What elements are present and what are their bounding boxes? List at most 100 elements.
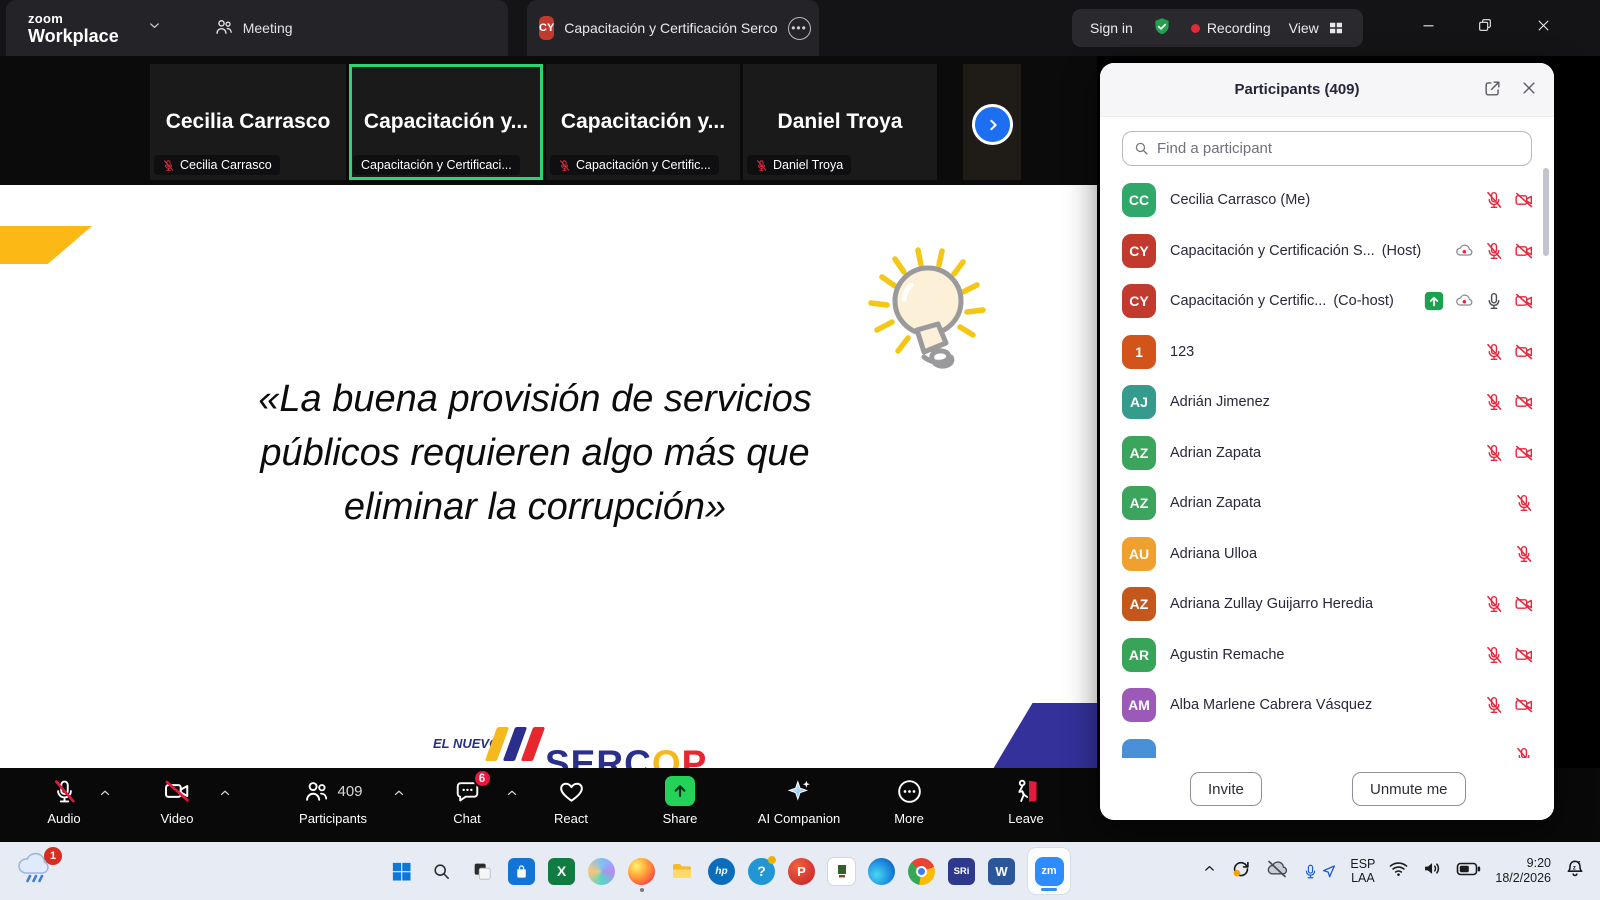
tray-mic-icon[interactable] — [1302, 863, 1319, 880]
language-indicator[interactable]: ESPLAA — [1350, 857, 1375, 885]
svg-text:z: z — [1578, 859, 1581, 865]
participants-button[interactable]: 409 Participants — [283, 776, 383, 826]
participant-row-cohost[interactable]: CY Capacitación y Certific...(Co-host) — [1100, 276, 1554, 327]
chat-options-chevron[interactable] — [505, 786, 519, 805]
tray-expand-icon[interactable] — [1202, 861, 1217, 881]
notification-bell-icon[interactable]: zz — [1564, 858, 1586, 885]
adobe-p-icon[interactable]: P — [788, 858, 815, 885]
onedrive-paused-icon[interactable] — [1265, 857, 1289, 886]
file-explorer-icon[interactable] — [668, 858, 695, 885]
custom-app-icon[interactable] — [828, 858, 855, 885]
participant-row[interactable]: AJ Adrián Jimenez — [1100, 377, 1554, 428]
sync-icon[interactable] — [1230, 858, 1252, 885]
audio-button[interactable]: Audio — [30, 776, 98, 826]
search-input[interactable] — [1157, 140, 1521, 157]
word-icon[interactable]: W — [988, 858, 1015, 885]
invite-button[interactable]: Invite — [1190, 772, 1262, 806]
react-button[interactable]: React — [538, 776, 604, 826]
chrome-icon[interactable] — [908, 858, 935, 885]
tab-options-icon[interactable]: ••• — [788, 17, 811, 40]
participant-row[interactable]: AM Alba Marlene Cabrera Vásquez — [1100, 680, 1554, 731]
meeting-tab-label: Meeting — [243, 20, 293, 36]
tile-name-label: Daniel Troya — [747, 155, 851, 175]
workspace-dropdown-icon[interactable] — [147, 18, 162, 38]
participant-row-partial[interactable] — [1100, 731, 1554, 762]
security-shield-icon[interactable] — [1151, 16, 1173, 41]
video-tile-active-speaker[interactable]: Capacitación y... Capacitación y Certifi… — [349, 64, 543, 180]
firefox-icon[interactable] — [628, 858, 655, 885]
video-tile[interactable]: Daniel Troya Daniel Troya — [743, 64, 937, 180]
audio-options-chevron[interactable] — [98, 786, 112, 805]
restore-button[interactable] — [1462, 0, 1508, 50]
firefox-running-indicator — [640, 888, 644, 892]
share-button[interactable]: Share — [647, 776, 713, 826]
video-button[interactable]: Video — [143, 776, 211, 826]
weather-widget[interactable]: 1 — [16, 851, 60, 891]
close-panel-icon[interactable] — [1520, 79, 1538, 103]
zoom-workplace-logo: zoom Workplace — [28, 12, 119, 45]
excel-icon[interactable]: X — [548, 858, 575, 885]
panel-scrollbar[interactable] — [1543, 168, 1549, 256]
sign-in-button[interactable]: Sign in — [1090, 20, 1133, 36]
mic-muted-icon — [1484, 594, 1504, 614]
leave-button[interactable]: Leave — [993, 776, 1059, 826]
battery-icon[interactable] — [1456, 859, 1482, 884]
participant-row[interactable]: AU Adriana Ulloa — [1100, 529, 1554, 580]
zoom-app-icon-active[interactable]: zm — [1028, 848, 1070, 894]
start-icon[interactable] — [388, 858, 415, 885]
video-tile[interactable]: Cecilia Carrasco Cecilia Carrasco — [150, 64, 346, 180]
more-button[interactable]: More — [876, 776, 942, 826]
video-off-icon — [1514, 241, 1534, 261]
hp-icon[interactable]: hp — [708, 858, 735, 885]
tab-meeting[interactable]: Meeting — [214, 17, 293, 40]
heart-icon — [558, 776, 585, 806]
help-icon[interactable]: ? — [748, 858, 775, 885]
participants-options-chevron[interactable] — [392, 786, 406, 805]
minimize-button[interactable] — [1405, 0, 1451, 50]
avatar: AZ — [1122, 587, 1156, 621]
popout-panel-icon[interactable] — [1483, 79, 1502, 103]
video-off-icon — [1514, 645, 1534, 665]
close-button[interactable] — [1520, 0, 1566, 50]
video-tile[interactable]: Capacitación y... Capacitación y Certifi… — [546, 64, 740, 180]
participant-list[interactable]: CC Cecilia Carrasco (Me) CY Capacitación… — [1100, 175, 1554, 761]
avatar: CY — [1122, 284, 1156, 318]
next-page-arrow-button[interactable] — [972, 104, 1013, 145]
video-options-chevron[interactable] — [218, 786, 232, 805]
participant-row[interactable]: AR Agustin Remache — [1100, 630, 1554, 681]
tile-display-name: Capacitación y... — [364, 110, 528, 134]
mic-muted-icon — [51, 776, 78, 806]
volume-icon[interactable] — [1422, 858, 1443, 884]
view-button[interactable]: View — [1289, 19, 1345, 37]
clock[interactable]: 9:20 18/2/2026 — [1495, 856, 1551, 886]
ai-companion-button[interactable]: AI Companion — [745, 776, 853, 826]
task-view-icon[interactable] — [468, 858, 495, 885]
edge-icon[interactable] — [868, 858, 895, 885]
participant-row[interactable]: 1 123 — [1100, 327, 1554, 378]
sri-icon[interactable]: SRi — [948, 858, 975, 885]
tab-active-meeting[interactable]: CY Capacitación y Certificación Serco ••… — [527, 0, 819, 56]
participant-row-host[interactable]: CY Capacitación y Certificación S...(Hos… — [1100, 226, 1554, 277]
cohost-label: (Co-host) — [1333, 293, 1393, 309]
participant-search-box[interactable] — [1122, 131, 1532, 166]
recording-indicator[interactable]: Recording — [1191, 20, 1271, 36]
copilot-icon[interactable] — [588, 858, 615, 885]
store-icon[interactable] — [508, 858, 535, 885]
wifi-icon[interactable] — [1388, 858, 1409, 884]
participant-row[interactable]: AZ Adrian Zapata — [1100, 478, 1554, 529]
mic-muted-icon — [1484, 695, 1504, 715]
unmute-me-button[interactable]: Unmute me — [1352, 772, 1466, 806]
mic-muted-icon — [755, 159, 768, 172]
tray-date: 18/2/2026 — [1495, 871, 1551, 886]
avatar: AZ — [1122, 436, 1156, 470]
mic-muted-icon — [1484, 190, 1504, 210]
share-screen-icon — [665, 776, 695, 806]
participant-row[interactable]: AZ Adrian Zapata — [1100, 428, 1554, 479]
video-strip: Cecilia Carrasco Cecilia Carrasco Capaci… — [0, 56, 1097, 185]
cloud-recording-icon — [1454, 241, 1474, 261]
participant-row[interactable]: CC Cecilia Carrasco (Me) — [1100, 175, 1554, 226]
taskbar-search-icon[interactable] — [428, 858, 455, 885]
location-icon[interactable] — [1321, 863, 1337, 879]
participant-row[interactable]: AZ Adriana Zullay Guijarro Heredia — [1100, 579, 1554, 630]
chat-button[interactable]: 6 Chat — [435, 776, 499, 826]
